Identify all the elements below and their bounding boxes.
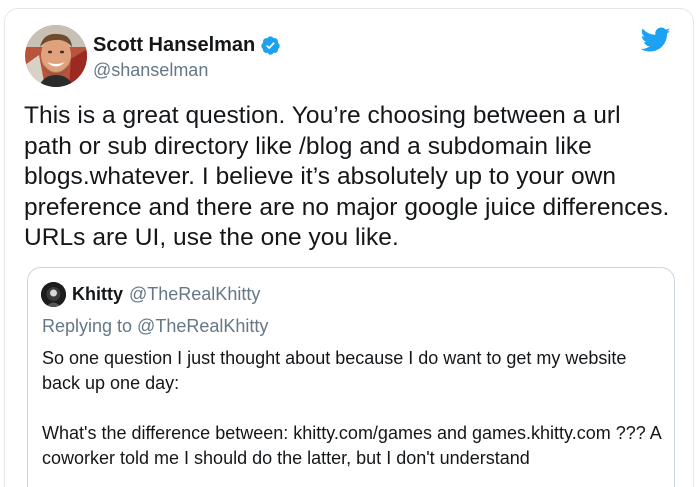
quoted-tweet-text: So one question I just thought about bec… [42, 348, 661, 468]
author-display-name[interactable]: Scott Hanselman [93, 33, 255, 57]
author-handle[interactable]: @shanselman [93, 59, 208, 81]
verified-badge-icon [260, 35, 281, 56]
quoted-tweet[interactable]: Khitty @TheRealKhitty Replying to @TheRe… [27, 267, 675, 487]
quoted-author-row: Khitty @TheRealKhitty [72, 284, 260, 305]
avatar-photo [25, 25, 87, 87]
quoted-author-avatar[interactable] [41, 282, 66, 307]
author-name-row: Scott Hanselman [93, 33, 281, 57]
tweet-card: Scott Hanselman @shanselman This is a gr… [4, 8, 694, 487]
quoted-avatar-photo [41, 282, 66, 307]
twitter-bird-icon[interactable] [640, 27, 671, 53]
tweet-body-text: This is a great question. You’re choosin… [24, 102, 670, 251]
quoted-author-handle[interactable]: @TheRealKhitty [129, 284, 260, 305]
author-avatar[interactable] [25, 25, 87, 87]
reply-context[interactable]: Replying to @TheRealKhitty [42, 316, 268, 337]
quoted-author-display-name[interactable]: Khitty [72, 284, 123, 305]
